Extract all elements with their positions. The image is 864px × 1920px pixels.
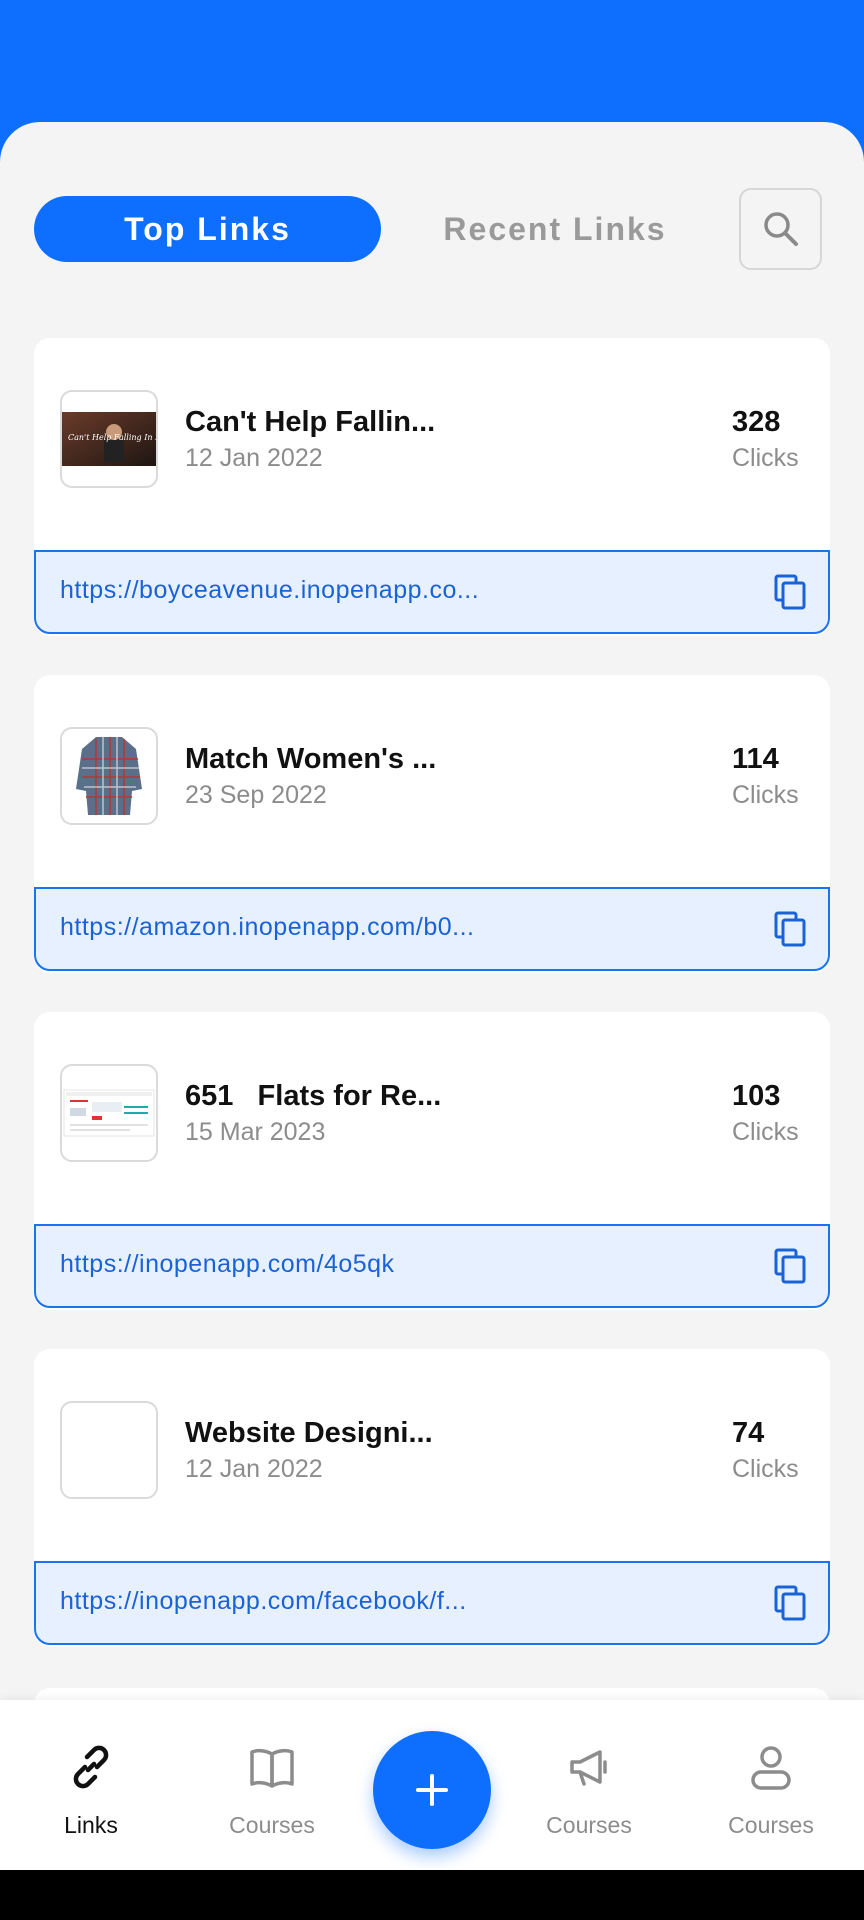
clicks-label: Clicks — [732, 781, 799, 809]
link-thumbnail — [60, 1064, 158, 1162]
copy-icon[interactable] — [772, 1248, 808, 1284]
click-count: 74 — [732, 1417, 765, 1449]
link-url[interactable]: https://inopenapp.com/4o5qk — [60, 1250, 710, 1279]
link-title: Match Women's ... — [185, 743, 437, 775]
click-count: 328 — [732, 406, 781, 438]
user-icon — [751, 1746, 791, 1790]
nav-courses-profile[interactable]: Courses — [696, 1700, 846, 1870]
link-thumbnail: Can't Help Falling In Love — [60, 390, 158, 488]
link-date: 12 Jan 2022 — [185, 444, 323, 472]
link-thumbnail — [60, 727, 158, 825]
svg-text:Can't Help Falling In Love: Can't Help Falling In Love — [68, 433, 156, 442]
link-icon — [73, 1745, 109, 1789]
link-date: 23 Sep 2022 — [185, 781, 327, 809]
link-date: 12 Jan 2022 — [185, 1455, 323, 1483]
nav-label: Courses — [728, 1812, 814, 1838]
link-url-box[interactable]: https://inopenapp.com/facebook/f... — [34, 1561, 830, 1645]
link-card[interactable]: Website Designi... 12 Jan 2022 74 Clicks… — [34, 1349, 830, 1647]
link-card[interactable]: 651 Flats for Re... 15 Mar 2023 103 Clic… — [34, 1012, 830, 1310]
clicks-label: Clicks — [732, 1118, 799, 1146]
video-cover-image: Can't Help Falling In Love — [62, 412, 156, 466]
tab-bar: Top Links Recent Links — [0, 122, 864, 322]
clicks-label: Clicks — [732, 1455, 799, 1483]
megaphone-icon — [570, 1750, 607, 1786]
tab-recent-links[interactable]: Recent Links — [400, 196, 710, 262]
link-title: Website Designi... — [185, 1417, 433, 1449]
nav-links[interactable]: Links — [16, 1700, 166, 1870]
plaid-shirt-image — [76, 737, 142, 815]
link-date: 15 Mar 2023 — [185, 1118, 326, 1146]
link-title: 651 Flats for Re... — [185, 1080, 442, 1112]
nav-courses[interactable]: Courses — [197, 1700, 347, 1870]
link-url-box[interactable]: https://inopenapp.com/4o5qk — [34, 1224, 830, 1308]
tab-top-links[interactable]: Top Links — [34, 196, 381, 262]
copy-icon[interactable] — [772, 1585, 808, 1621]
link-url[interactable]: https://boyceavenue.inopenapp.co... — [60, 576, 710, 605]
click-count: 114 — [732, 743, 779, 775]
link-card[interactable]: Match Women's ... 23 Sep 2022 114 Clicks… — [34, 675, 830, 973]
copy-icon[interactable] — [772, 574, 808, 610]
link-title: Can't Help Fallin... — [185, 406, 436, 438]
nav-courses-announcements[interactable]: Courses — [514, 1700, 664, 1870]
nav-label: Courses — [229, 1812, 315, 1838]
book-icon — [250, 1748, 294, 1788]
link-url[interactable]: https://inopenapp.com/facebook/f... — [60, 1587, 710, 1616]
search-icon — [763, 212, 798, 246]
nav-label: Courses — [546, 1812, 632, 1838]
click-count: 103 — [732, 1080, 781, 1112]
nav-label: Links — [64, 1812, 118, 1838]
website-screenshot-image — [63, 1089, 155, 1137]
main-content: Top Links Recent Links Can't Help Fallin… — [0, 122, 864, 1702]
search-button[interactable] — [739, 188, 822, 270]
copy-icon[interactable] — [772, 911, 808, 947]
link-thumbnail — [60, 1401, 158, 1499]
clicks-label: Clicks — [732, 444, 799, 472]
system-navigation-bar — [0, 1870, 864, 1920]
add-link-button[interactable] — [373, 1731, 491, 1849]
plus-icon — [416, 1774, 448, 1806]
link-url-box[interactable]: https://amazon.inopenapp.com/b0... — [34, 887, 830, 971]
link-url-box[interactable]: https://boyceavenue.inopenapp.co... — [34, 550, 830, 634]
link-card[interactable]: Can't Help Falling In Love Can't Help Fa… — [34, 338, 830, 636]
link-url[interactable]: https://amazon.inopenapp.com/b0... — [60, 913, 710, 942]
